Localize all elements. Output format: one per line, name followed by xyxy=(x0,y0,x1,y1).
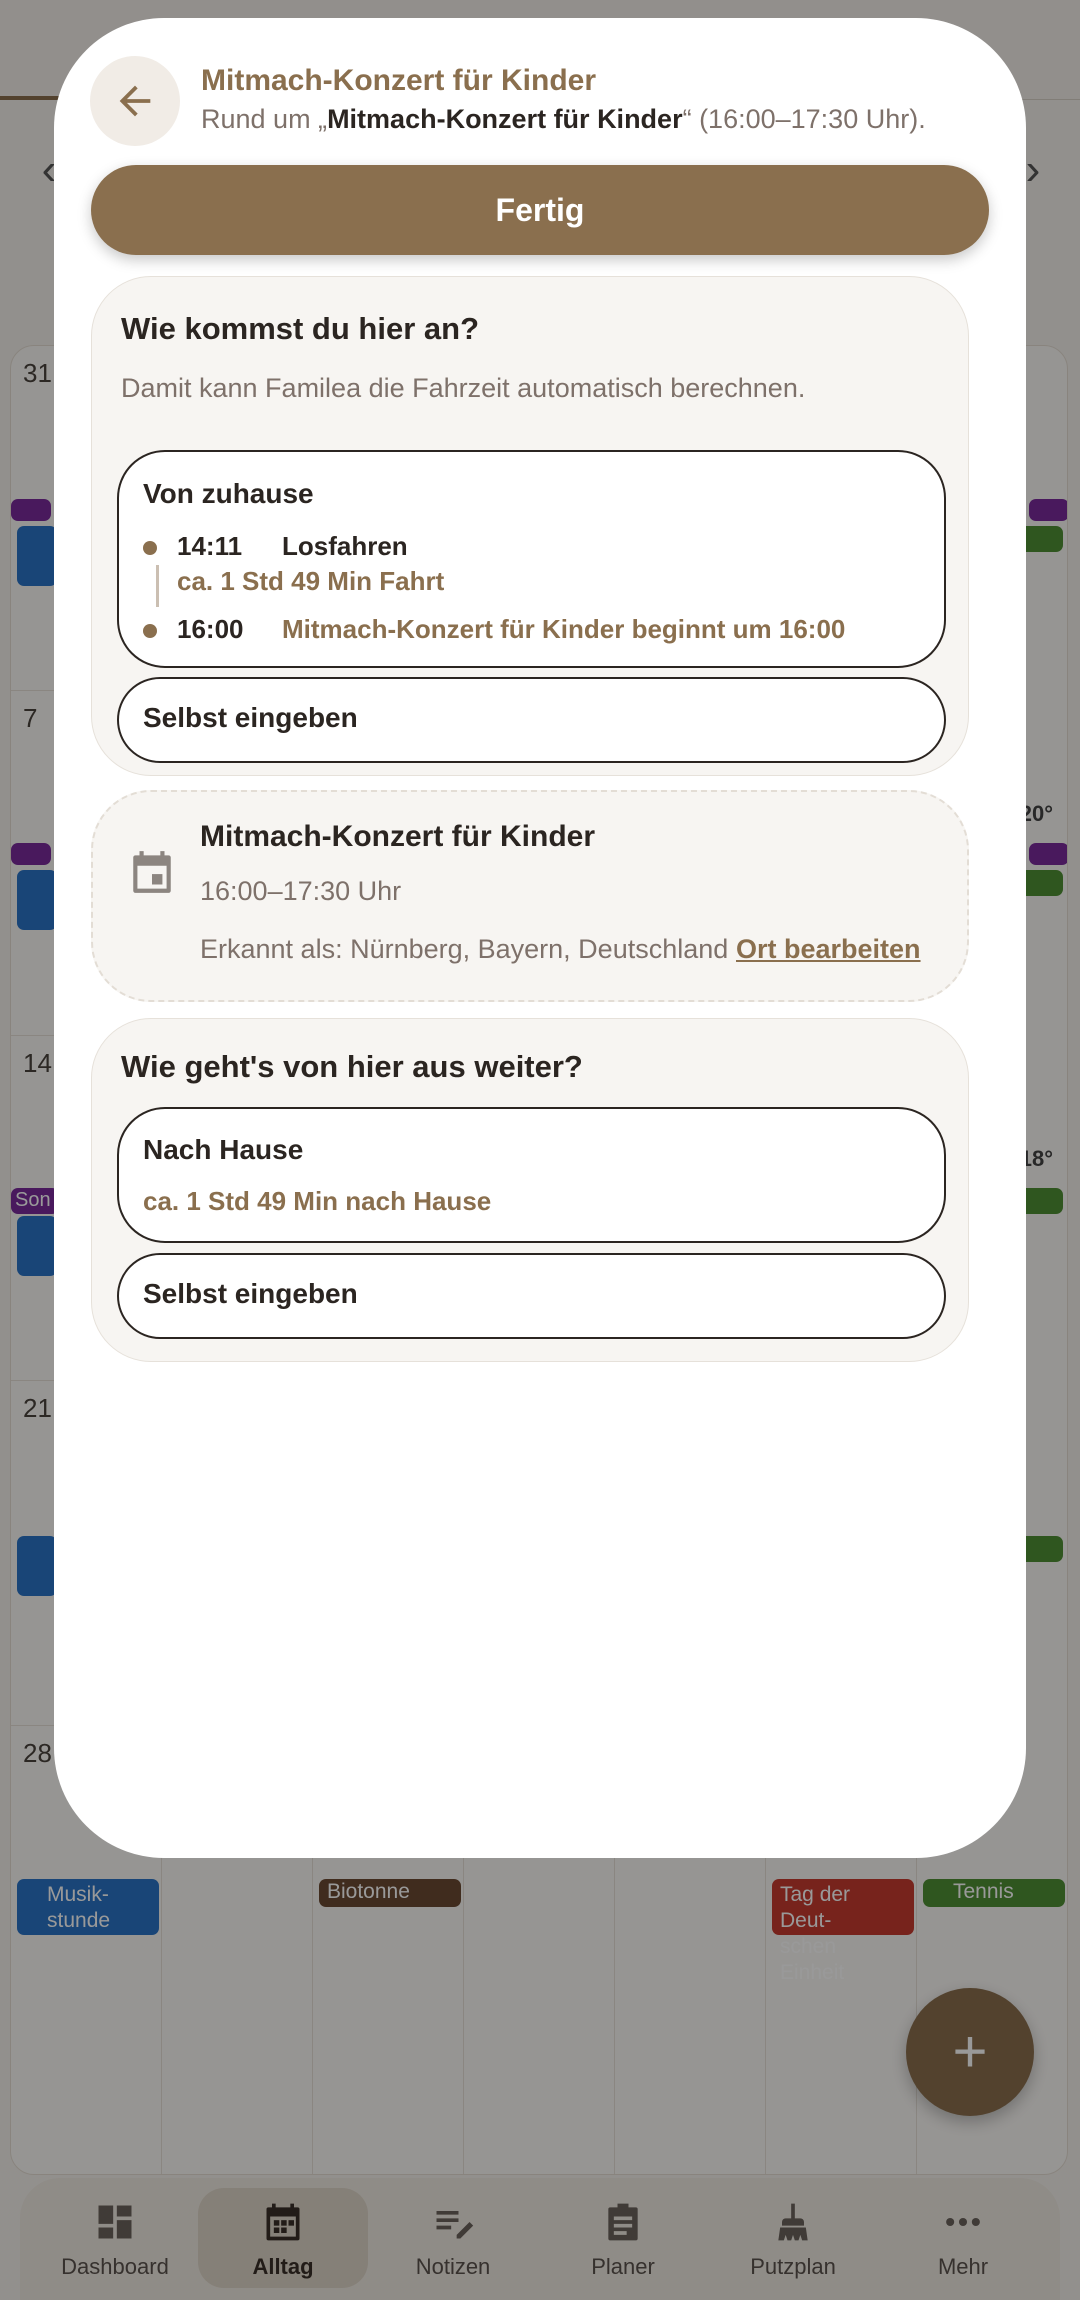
arrive-time: 16:00 xyxy=(177,614,244,644)
home-option-title: Nach Hause xyxy=(143,1134,304,1165)
drive-duration: ca. 1 Std 49 Min Fahrt xyxy=(177,566,445,596)
sheet-title: Mitmach-Konzert für Kinder xyxy=(201,64,597,97)
manual-departure-label: Selbst eingeben xyxy=(143,1278,358,1309)
departure-section: Wie geht's von hier aus weiter? Nach Hau… xyxy=(91,1018,969,1362)
route-start-dot xyxy=(143,541,157,555)
calendar-icon xyxy=(133,851,171,893)
event-location: Erkannt als: Nürnberg, Bayern, Deutschla… xyxy=(200,934,729,964)
home-option[interactable]: Nach Hause ca. 1 Std 49 Min nach Hause xyxy=(117,1107,946,1243)
route-line xyxy=(156,565,159,607)
manual-arrival-label: Selbst eingeben xyxy=(143,702,358,733)
event-time: 16:00–17:30 Uhr xyxy=(200,876,402,906)
back-button[interactable] xyxy=(90,56,180,146)
route-end-dot xyxy=(143,624,157,638)
subtitle-event-name: Mitmach-Konzert für Kinder xyxy=(327,104,683,134)
subtitle-suffix: “ (16:00–17:30 Uhr). xyxy=(682,104,926,134)
depart-label: Losfahren xyxy=(282,531,408,561)
travel-time-sheet: Mitmach-Konzert für Kinder Rund um „Mitm… xyxy=(54,18,1026,1858)
home-duration: ca. 1 Std 49 Min nach Hause xyxy=(143,1186,492,1216)
event-title: Mitmach-Konzert für Kinder xyxy=(200,820,596,853)
edit-location-link[interactable]: Ort bearbeiten xyxy=(736,934,921,965)
arrival-section: Wie kommst du hier an? Damit kann Famile… xyxy=(91,276,969,776)
manual-departure-option[interactable]: Selbst eingeben xyxy=(117,1253,946,1339)
arrival-section-title: Wie kommst du hier an? xyxy=(121,311,479,346)
from-home-title: Von zuhause xyxy=(143,478,314,509)
sheet-subtitle: Rund um „Mitmach-Konzert für Kinder“ (16… xyxy=(201,104,926,135)
arrival-section-description: Damit kann Familea die Fahrzeit automati… xyxy=(121,373,806,403)
subtitle-prefix: Rund um „ xyxy=(201,104,328,134)
arrow-left-icon xyxy=(119,85,151,117)
done-button[interactable]: Fertig xyxy=(91,165,989,255)
manual-arrival-option[interactable]: Selbst eingeben xyxy=(117,677,946,763)
arrive-label: Mitmach-Konzert für Kinder beginnt um 16… xyxy=(282,614,846,644)
departure-section-title: Wie geht's von hier aus weiter? xyxy=(121,1049,583,1084)
from-home-option[interactable]: Von zuhause 14:11 Losfahren ca. 1 Std 49… xyxy=(117,450,946,668)
event-card: Mitmach-Konzert für Kinder 16:00–17:30 U… xyxy=(91,790,969,1002)
depart-time: 14:11 xyxy=(177,531,243,561)
